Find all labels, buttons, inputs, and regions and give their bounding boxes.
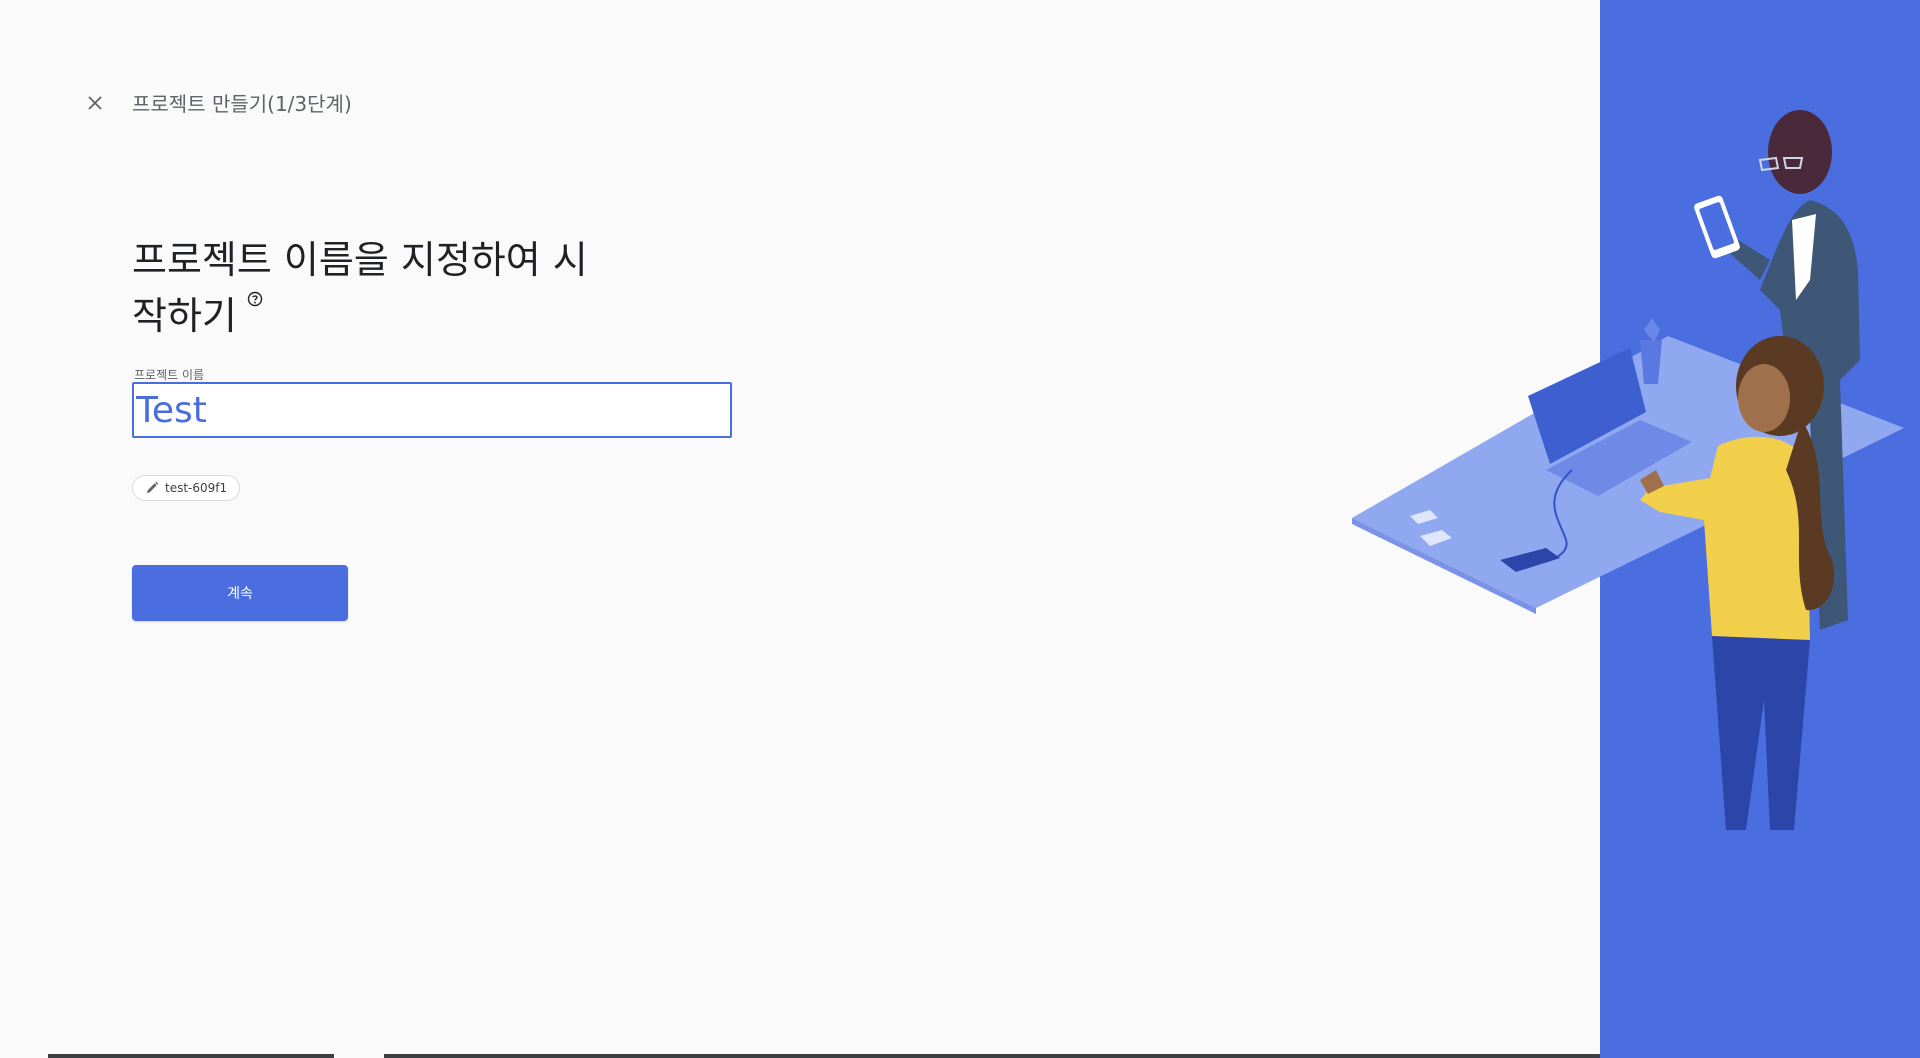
heading-line-1: 프로젝트 이름을 지정하여 시 <box>132 238 588 282</box>
pencil-icon <box>147 481 159 493</box>
step-title: 프로젝트 만들기(1/3단계) <box>132 92 352 116</box>
close-button[interactable] <box>82 90 108 116</box>
bottom-divider <box>48 1054 1600 1058</box>
help-circle-icon[interactable] <box>247 291 263 307</box>
project-id-text: test-609f1 <box>165 481 228 495</box>
people-at-desk-illustration <box>1352 0 1920 1058</box>
project-name-field <box>132 382 732 438</box>
continue-button[interactable]: 계속 <box>132 565 348 621</box>
heading-line-2: 작하기 <box>132 294 237 338</box>
page-heading: 프로젝트 이름을 지정하여 시 작하기 <box>132 232 652 344</box>
project-id-chip[interactable]: test-609f1 <box>132 475 241 501</box>
close-icon <box>88 96 102 110</box>
create-project-page: 프로젝트 만들기(1/3단계) 프로젝트 이름을 지정하여 시 작하기 프로젝트… <box>0 0 1920 1058</box>
project-name-label: 프로젝트 이름 <box>134 368 205 382</box>
project-name-input[interactable] <box>134 384 730 436</box>
